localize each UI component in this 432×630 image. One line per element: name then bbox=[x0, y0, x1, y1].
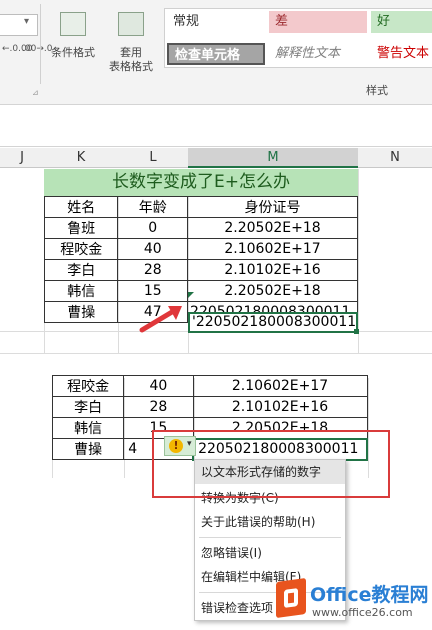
cell[interactable]: 2.10102E+16 bbox=[187, 259, 358, 281]
cell[interactable]: 曹操 bbox=[51, 438, 125, 460]
cell-styles-gallery: 常规 差 好 检查单元格 解释性文本 警告文本 bbox=[164, 8, 432, 68]
styles-group-label: 样式 bbox=[366, 84, 388, 97]
header-name: 姓名 bbox=[43, 196, 119, 218]
watermark: Office教程网 www.office26.com bbox=[268, 572, 432, 630]
column-headers: J K L M N bbox=[0, 148, 432, 168]
table-row: 鲁班 0 2.20502E+18 bbox=[43, 217, 358, 239]
table-format-label-2: 表格格式 bbox=[109, 60, 153, 73]
cell[interactable]: 程咬金 bbox=[51, 375, 125, 397]
data-table-top: 姓名 年龄 身份证号 鲁班 0 2.20502E+18 程咬金 40 2.106… bbox=[43, 196, 358, 323]
watermark-brand: Office教程网 bbox=[310, 584, 429, 606]
cell[interactable]: 15 bbox=[117, 280, 189, 302]
col-header-m[interactable]: M bbox=[188, 148, 358, 168]
table-format-icon bbox=[118, 12, 144, 36]
menu-item-ignore-error[interactable]: 忽略错误(I) bbox=[195, 541, 345, 565]
menu-separator bbox=[199, 537, 341, 538]
table-header-row: 姓名 年龄 身份证号 bbox=[43, 196, 358, 218]
divider bbox=[40, 4, 41, 84]
cell[interactable]: 李白 bbox=[43, 259, 119, 281]
cell[interactable]: 40 bbox=[123, 375, 194, 397]
table-row: 李白 28 2.10102E+16 bbox=[43, 259, 358, 281]
style-check-cell[interactable]: 检查单元格 bbox=[167, 43, 265, 65]
chevron-down-icon[interactable]: ▾ bbox=[24, 16, 29, 27]
col-header-k[interactable]: K bbox=[44, 148, 118, 168]
table-row: 程咬金 40 2.10602E+17 bbox=[43, 238, 358, 260]
cell[interactable]: 28 bbox=[117, 259, 189, 281]
watermark-url: www.office26.com bbox=[312, 606, 413, 619]
style-explanatory[interactable]: 解释性文本 bbox=[269, 43, 367, 65]
table-format-button[interactable]: 套用 表格格式 bbox=[102, 6, 160, 76]
cell[interactable]: 28 bbox=[123, 396, 194, 418]
style-bad[interactable]: 差 bbox=[269, 11, 367, 33]
conditional-format-button[interactable]: 条件格式 bbox=[48, 6, 98, 76]
formula-area bbox=[0, 106, 432, 147]
dialog-launcher-icon[interactable]: ⊿ bbox=[32, 88, 39, 97]
office-logo-icon bbox=[276, 577, 306, 619]
highlight-box bbox=[152, 430, 390, 498]
number-format-dropdown[interactable] bbox=[0, 14, 38, 36]
col-header-j[interactable]: J bbox=[0, 148, 44, 168]
cell[interactable]: 鲁班 bbox=[43, 217, 119, 239]
cell[interactable]: 0 bbox=[117, 217, 189, 239]
cell[interactable]: 曹操 bbox=[43, 301, 119, 323]
red-arrow-icon bbox=[139, 306, 182, 333]
cell[interactable]: 程咬金 bbox=[43, 238, 119, 260]
cell[interactable]: 李白 bbox=[51, 396, 125, 418]
table-row: 程咬金 40 2.10602E+17 bbox=[51, 375, 368, 397]
active-cell[interactable]: '220502180008300011 bbox=[188, 312, 358, 333]
error-indicator-icon bbox=[188, 292, 194, 298]
fill-handle[interactable] bbox=[354, 329, 359, 334]
col-header-l[interactable]: L bbox=[118, 148, 188, 168]
menu-item-error-help[interactable]: 关于此错误的帮助(H) bbox=[195, 510, 345, 534]
header-id: 身份证号 bbox=[187, 196, 358, 218]
cell[interactable]: 2.20502E+18 bbox=[187, 217, 358, 239]
table-row: 李白 28 2.10102E+16 bbox=[51, 396, 368, 418]
table-title: 长数字变成了E+怎么办 bbox=[44, 169, 358, 196]
style-warning[interactable]: 警告文本 bbox=[371, 43, 432, 65]
conditional-format-label: 条件格式 bbox=[51, 46, 95, 59]
cell[interactable]: 40 bbox=[117, 238, 189, 260]
cell[interactable]: 韩信 bbox=[51, 417, 125, 439]
cell[interactable]: 2.20502E+18 bbox=[187, 280, 358, 302]
style-normal[interactable]: 常规 bbox=[167, 11, 265, 33]
conditional-format-icon bbox=[60, 12, 86, 36]
cell[interactable]: 韩信 bbox=[43, 280, 119, 302]
cell[interactable]: 2.10102E+16 bbox=[192, 396, 368, 418]
cell[interactable]: 2.10602E+17 bbox=[192, 375, 368, 397]
col-header-n[interactable]: N bbox=[358, 148, 432, 168]
style-good[interactable]: 好 bbox=[371, 11, 432, 33]
table-row: 韩信 15 2.20502E+18 bbox=[43, 280, 358, 302]
header-age: 年龄 bbox=[117, 196, 189, 218]
cell[interactable]: 2.10602E+17 bbox=[187, 238, 358, 260]
ribbon: ▾ ←.0.00 .00→.0 条件格式 套用 表格格式 常规 差 好 检查单元… bbox=[0, 0, 432, 105]
